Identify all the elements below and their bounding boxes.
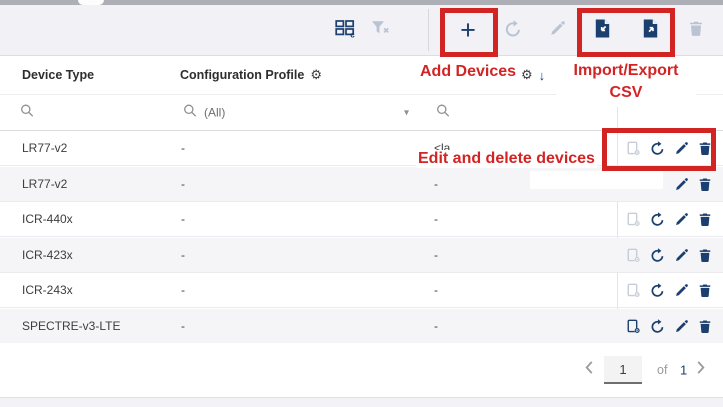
column-settings-gear-icon[interactable]: ⚙	[310, 67, 322, 83]
refresh-device-icon[interactable]	[649, 247, 665, 263]
refresh-icon	[504, 20, 522, 41]
edit-device-icon[interactable]	[673, 176, 689, 192]
config-device-icon	[625, 141, 641, 157]
column-header-device-type[interactable]: Device Type	[22, 56, 94, 94]
device-type-cell: SPECTRE-v3-LTE	[22, 319, 120, 333]
sort-descending-icon[interactable]: ↓	[539, 68, 546, 83]
hidden-column-cell: -	[434, 248, 438, 262]
config-profile-cell: -	[181, 212, 185, 226]
row-actions	[625, 131, 713, 166]
row-actions	[625, 238, 713, 273]
delete-button[interactable]	[680, 14, 712, 46]
edit-device-icon[interactable]	[673, 212, 689, 228]
delete-device-icon[interactable]	[697, 283, 713, 299]
delete-device-icon[interactable]	[697, 247, 713, 263]
clear-filter-button[interactable]	[364, 14, 396, 46]
config-device-icon	[625, 212, 641, 228]
pagination-bar: 1 of 1	[0, 343, 723, 397]
column-chooser-icon: c	[335, 19, 356, 41]
device-type-filter-input[interactable]	[20, 103, 34, 122]
table-row: SPECTRE-v3-LTE - -	[0, 309, 723, 344]
column-header-hidden[interactable]: ⚙ ↓	[521, 56, 545, 94]
config-profile-filter-dropdown[interactable]: (All)	[183, 103, 225, 122]
bottom-strip	[0, 397, 723, 407]
device-management-screen: c +	[0, 0, 723, 407]
table-row: LR77-v2-<la	[0, 131, 723, 166]
hidden-column-cell: -	[434, 319, 438, 333]
column-label: Device Type	[22, 68, 94, 82]
device-type-cell: ICR-423x	[22, 248, 73, 262]
svg-text:c: c	[350, 31, 355, 38]
add-device-button[interactable]: +	[452, 14, 484, 46]
delete-device-icon[interactable]	[697, 212, 713, 228]
config-profile-cell: -	[181, 141, 185, 155]
table-row: ICR-423x - -	[0, 238, 723, 273]
annotation-add-devices: Add Devices	[420, 63, 516, 81]
plus-icon: +	[460, 17, 476, 44]
annotation-edit-delete: Edit and delete devices	[416, 150, 597, 168]
row-actions	[625, 273, 713, 308]
delete-device-icon[interactable]	[697, 318, 713, 334]
edit-device-icon[interactable]	[673, 247, 689, 263]
config-profile-cell: -	[181, 248, 185, 262]
refresh-device-icon[interactable]	[649, 212, 665, 228]
column-chooser-button[interactable]: c	[329, 14, 361, 46]
device-type-cell: LR77-v2	[22, 141, 67, 155]
page-number-input[interactable]: 1	[604, 356, 642, 384]
trash-icon	[688, 20, 704, 40]
table-toolbar: c +	[0, 5, 723, 55]
annotation-import-export-csv: Import/Export CSV	[556, 57, 696, 107]
annotation-line: CSV	[610, 82, 643, 104]
hidden-column-filter-input[interactable]	[436, 103, 450, 122]
annotation-white-patch	[530, 171, 663, 189]
config-device-icon[interactable]	[625, 318, 641, 334]
import-csv-button[interactable]	[586, 14, 618, 46]
edit-button[interactable]	[541, 14, 573, 46]
config-profile-cell: -	[181, 319, 185, 333]
search-icon	[20, 103, 34, 122]
config-profile-cell: -	[181, 283, 185, 297]
column-settings-gear-icon[interactable]: ⚙	[521, 67, 533, 83]
export-csv-button[interactable]	[634, 14, 666, 46]
next-page-icon[interactable]	[696, 361, 705, 380]
pencil-icon	[549, 20, 566, 40]
refresh-button[interactable]	[497, 14, 529, 46]
edit-device-icon[interactable]	[673, 318, 689, 334]
config-profile-cell: -	[181, 177, 185, 191]
refresh-device-icon[interactable]	[649, 283, 665, 299]
annotation-line: Import/Export	[574, 60, 679, 82]
table-row: ICR-243x - -	[0, 273, 723, 308]
hidden-column-cell: -	[434, 177, 438, 191]
hidden-column-cell: -	[434, 283, 438, 297]
total-pages-label: 1	[680, 363, 687, 378]
refresh-device-icon[interactable]	[649, 141, 665, 157]
page-of-label: of	[657, 363, 667, 377]
import-file-icon	[594, 19, 611, 41]
hidden-column-cell: -	[434, 212, 438, 226]
previous-page-icon[interactable]	[585, 361, 594, 380]
device-type-cell: ICR-243x	[22, 283, 73, 297]
filter-selected-value: (All)	[204, 106, 225, 120]
refresh-device-icon[interactable]	[649, 318, 665, 334]
device-type-cell: ICR-440x	[22, 212, 73, 226]
export-file-icon	[642, 19, 659, 41]
delete-device-icon[interactable]	[697, 141, 713, 157]
row-actions	[625, 309, 713, 344]
toolbar-divider	[428, 9, 429, 51]
column-header-configuration-profile[interactable]: Configuration Profile ⚙	[180, 56, 322, 94]
filter-clear-icon	[371, 20, 390, 40]
delete-device-icon[interactable]	[697, 176, 713, 192]
chevron-down-icon[interactable]: ▾	[404, 107, 409, 118]
config-device-icon	[625, 283, 641, 299]
device-type-cell: LR77-v2	[22, 177, 67, 191]
row-actions	[625, 202, 713, 237]
edit-device-icon[interactable]	[673, 141, 689, 157]
config-device-icon	[625, 247, 641, 263]
table-row: ICR-440x - -	[0, 202, 723, 237]
row-actions	[673, 167, 713, 202]
search-icon	[436, 103, 450, 122]
edit-device-icon[interactable]	[673, 283, 689, 299]
column-label: Configuration Profile	[180, 68, 304, 82]
search-icon	[183, 103, 197, 122]
